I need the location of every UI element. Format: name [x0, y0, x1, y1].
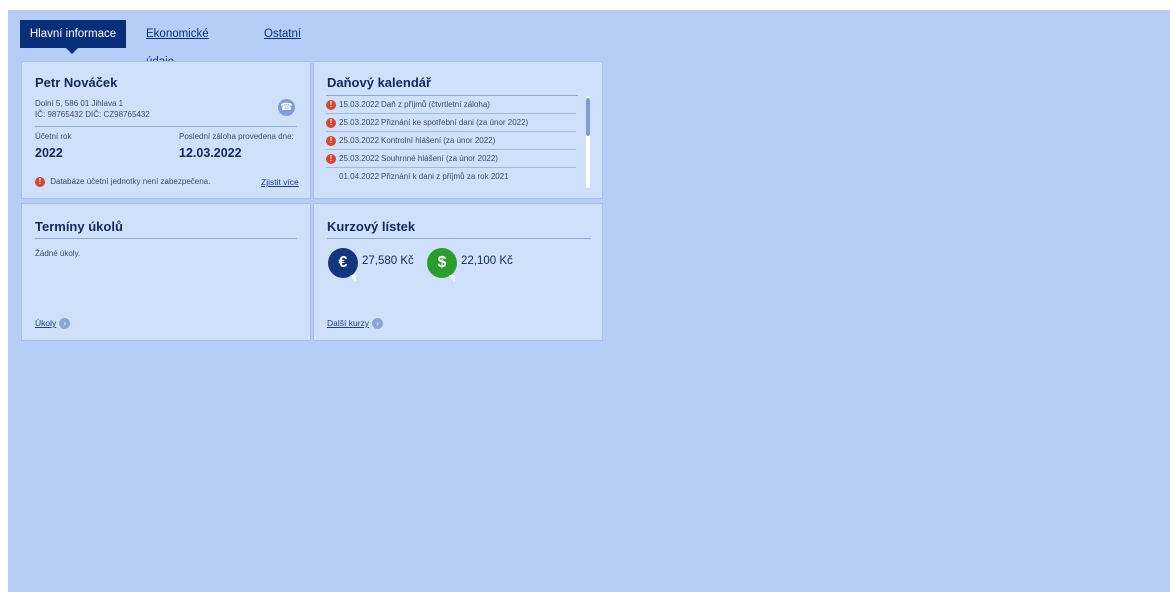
- fiscal-year-label: Účetní rok: [35, 132, 72, 141]
- tasks-title: Termíny úkolů: [35, 219, 123, 234]
- divider: [35, 126, 297, 127]
- last-advance-date: 12.03.2022: [179, 146, 242, 160]
- exchange-rates-panel: Kurzový lístek € 27,580 Kč $ 22,100 Kč D…: [313, 203, 603, 341]
- tab-other[interactable]: Ostatní: [264, 20, 301, 48]
- company-name: Petr Nováček: [35, 75, 118, 90]
- divider: [327, 238, 591, 239]
- usd-rate: 22,100 Kč: [461, 255, 513, 267]
- tab-main-info[interactable]: Hlavní informace: [20, 20, 126, 54]
- company-ids: IČ: 98765432 DIČ: CZ98765432: [35, 110, 150, 119]
- tasks-empty-text: Žádné úkoly.: [35, 249, 81, 258]
- euro-icon: €: [328, 248, 358, 282]
- fiscal-year-value: 2022: [35, 146, 63, 160]
- warning-icon: !: [35, 176, 45, 187]
- company-address: Dolní 5, 586 01 Jihlava 1: [35, 99, 124, 108]
- company-panel: Petr Nováček Dolní 5, 586 01 Jihlava 1 I…: [21, 61, 311, 199]
- tasks-link[interactable]: Úkoly ›: [35, 318, 71, 330]
- scrollbar-thumb[interactable]: [586, 98, 590, 136]
- calendar-scrollbar[interactable]: [586, 96, 590, 188]
- tasks-panel: Termíny úkolů Žádné úkoly. Úkoly ›: [21, 203, 311, 341]
- learn-more-link[interactable]: Zjistit více: [261, 177, 299, 187]
- divider: [35, 238, 297, 239]
- calendar-row[interactable]: ! 25.03.2022 Kontrolní hlášení (za únor 20…: [326, 132, 576, 150]
- arrow-right-icon: ›: [59, 318, 71, 330]
- warning-icon: !: [326, 99, 336, 110]
- security-warning: ! Databáze účetní jednotky není zabezpeč…: [35, 176, 210, 188]
- tax-calendar-title: Daňový kalendář: [327, 75, 432, 90]
- dashboard: Hlavní informace Ekonomické údaje Ostatn…: [8, 10, 1170, 592]
- phone-icon[interactable]: ☎: [278, 99, 295, 116]
- calendar-row[interactable]: ! 15.03.2022 Daň z příjmů (čtvrtletní zálo…: [326, 96, 576, 114]
- eur-rate: 27,580 Kč: [362, 255, 414, 267]
- arrow-right-icon: ›: [372, 318, 384, 330]
- warning-icon: !: [326, 153, 336, 164]
- calendar-row[interactable]: ! 25.03.2022 Přiznání ke spotřební dani (z…: [326, 114, 576, 132]
- more-rates-link[interactable]: Další kurzy ›: [327, 318, 384, 330]
- warning-icon: !: [326, 135, 336, 146]
- last-advance-label: Poslední záloha provedena dne:: [179, 132, 294, 141]
- tax-calendar-panel: Daňový kalendář ! 15.03.2022 Daň z příjmů …: [313, 61, 603, 199]
- rates-title: Kurzový lístek: [327, 219, 416, 234]
- dollar-icon: $: [427, 248, 457, 282]
- calendar-row[interactable]: ! 25.03.2022 Souhrnné hlášení (za únor 202…: [326, 150, 576, 168]
- warning-icon: !: [326, 117, 336, 128]
- security-warning-text: Databáze účetní jednotky není zabezpečen…: [50, 177, 211, 186]
- calendar-row[interactable]: 01.04.2022 Přiznání k dani z příjmů za ro…: [326, 168, 576, 185]
